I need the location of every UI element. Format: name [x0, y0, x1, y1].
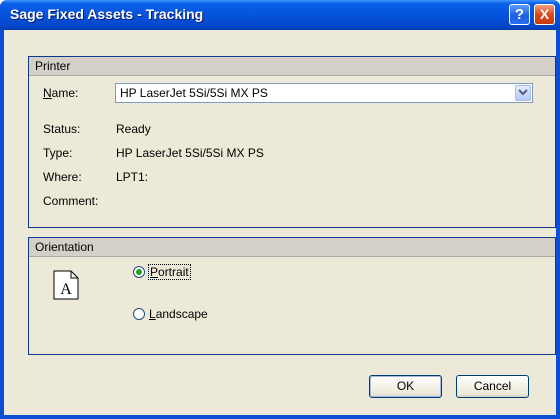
portrait-radio[interactable] [133, 266, 145, 278]
help-icon[interactable]: ? [509, 4, 530, 25]
type-value: HP LaserJet 5Si/5Si MX PS [116, 146, 264, 160]
status-value: Ready [116, 122, 151, 136]
portrait-label[interactable]: Portrait [148, 264, 191, 280]
window-title: Sage Fixed Assets - Tracking [10, 6, 204, 22]
portrait-accel: P [150, 265, 159, 279]
portrait-rest: ortrait [158, 265, 189, 279]
dialog-body: Printer Name: HP LaserJet 5Si/5Si MX PS … [4, 30, 556, 415]
where-value: LPT1: [116, 170, 149, 184]
status-label: Status: [43, 122, 81, 136]
landscape-label[interactable]: Landscape [149, 307, 208, 321]
printer-group: Printer Name: HP LaserJet 5Si/5Si MX PS … [28, 56, 556, 228]
orientation-group-header: Orientation [29, 238, 555, 257]
printer-group-header: Printer [29, 57, 555, 76]
orientation-group: Orientation A Portrait Landscape [28, 237, 556, 355]
name-label-accel: N [43, 86, 52, 100]
title-bar[interactable]: Sage Fixed Assets - Tracking ? X [0, 0, 560, 30]
page-portrait-icon: A [53, 270, 79, 300]
where-label: Where: [43, 170, 82, 184]
page-glyph: A [60, 281, 72, 298]
close-icon[interactable]: X [534, 4, 555, 25]
dialog-window: Sage Fixed Assets - Tracking ? X Printer… [0, 0, 560, 419]
type-label: Type: [43, 146, 73, 160]
cancel-button[interactable]: Cancel [456, 375, 529, 398]
landscape-accel: L [149, 307, 156, 321]
name-label-rest: ame: [51, 86, 79, 100]
landscape-radio[interactable] [133, 308, 145, 320]
printer-name-value: HP LaserJet 5Si/5Si MX PS [120, 86, 268, 100]
name-label: Name: [43, 86, 78, 100]
chevron-down-glyph [518, 89, 528, 96]
printer-name-select[interactable]: HP LaserJet 5Si/5Si MX PS [115, 83, 533, 103]
ok-button[interactable]: OK [369, 375, 442, 398]
landscape-rest: andscape [155, 307, 208, 321]
chevron-down-icon[interactable] [515, 85, 531, 101]
comment-label: Comment: [43, 194, 99, 208]
